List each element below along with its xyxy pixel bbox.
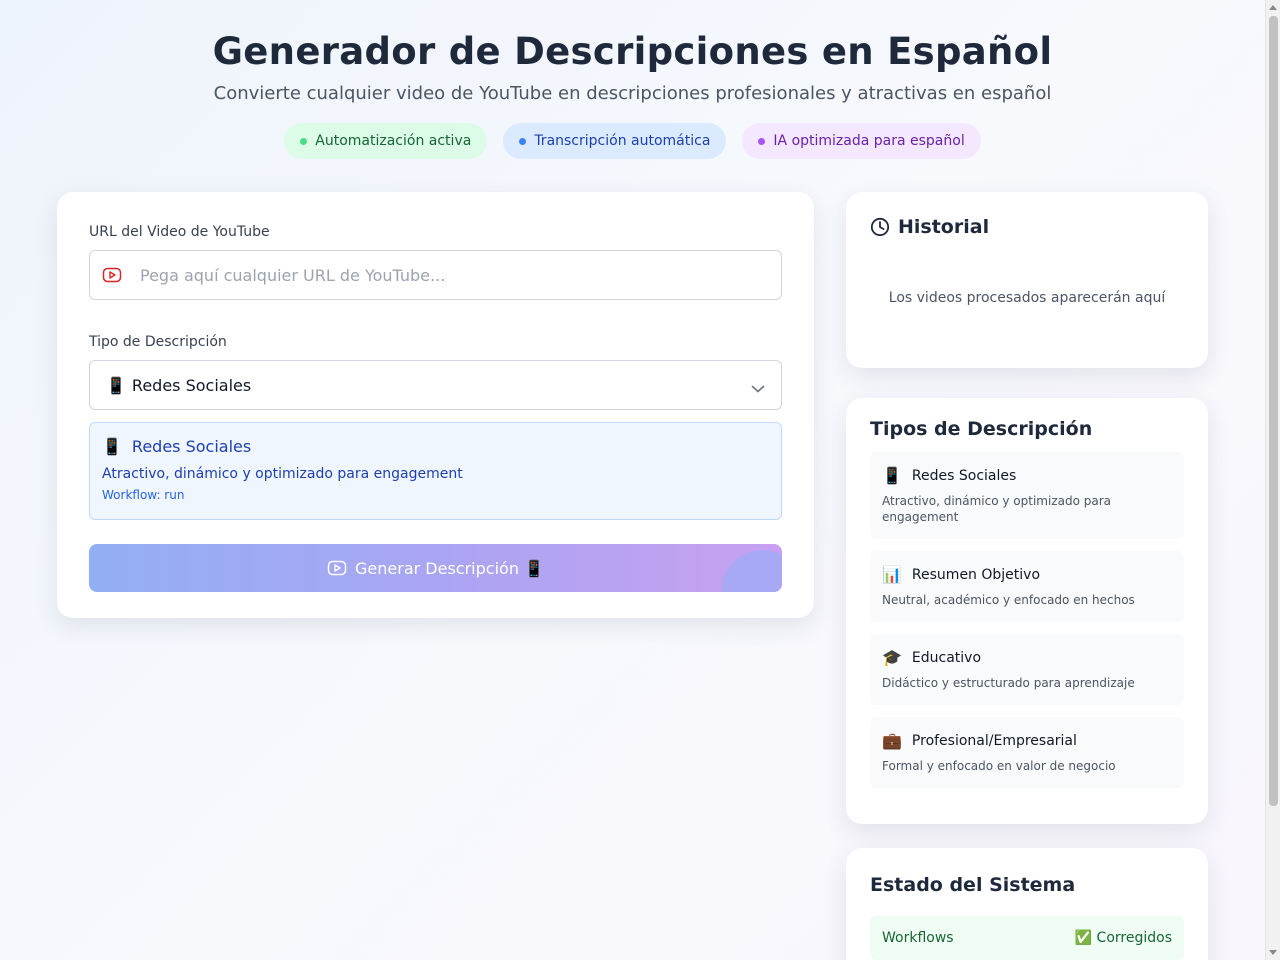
- type-item-professional: 💼 Profesional/Empresarial Formal y enfoc…: [870, 717, 1184, 788]
- description-types-card: Tipos de Descripción 📱 Redes Sociales At…: [846, 398, 1208, 824]
- clock-icon: [870, 217, 890, 237]
- generator-form-card: URL del Video de YouTube Tipo de Descrip…: [57, 192, 814, 618]
- generate-button-label: Generar Descripción 📱: [355, 558, 544, 578]
- type-item-title: 🎓 Educativo: [882, 648, 1172, 667]
- button-decoration: [722, 550, 782, 592]
- page-scrollbar[interactable]: [1265, 0, 1280, 960]
- history-title: Historial: [870, 216, 1184, 238]
- info-title: 📱 Redes Sociales: [102, 437, 769, 456]
- type-item-title: 📊 Resumen Objetivo: [882, 565, 1172, 584]
- url-label: URL del Video de YouTube: [89, 224, 270, 240]
- status-dot-icon: [758, 137, 766, 145]
- system-status-card: Estado del Sistema Workflows ✅ Corregido…: [846, 848, 1208, 960]
- type-item-description: Formal y enfocado en valor de negocio: [882, 759, 1116, 773]
- info-description: Atractivo, dinámico y optimizado para en…: [102, 466, 463, 482]
- briefcase-icon: 💼: [882, 731, 902, 750]
- history-card: Historial Los videos procesados aparecer…: [846, 192, 1208, 368]
- badge-ai: IA optimizada para español: [742, 123, 981, 159]
- history-empty-text: Los videos procesados aparecerán aquí: [888, 290, 1166, 306]
- page-title: Generador de Descripciones en Español: [212, 30, 1053, 73]
- scrollbar-thumb[interactable]: [1269, 16, 1278, 806]
- type-item-name: Educativo: [911, 649, 982, 666]
- status-dot-icon: [519, 137, 527, 145]
- graduation-cap-icon: 🎓: [882, 648, 902, 667]
- page-subtitle: Convierte cualquier video de YouTube en …: [213, 83, 1052, 104]
- type-item-name: Redes Sociales: [911, 467, 1017, 484]
- badge-automation: Automatización activa: [284, 123, 488, 159]
- type-item-description: Atractivo, dinámico y optimizado para en…: [882, 494, 1112, 524]
- description-type-select[interactable]: 📱 Redes Sociales: [89, 360, 782, 410]
- badge-label: Automatización activa: [315, 133, 472, 149]
- feature-badges: Automatización activa Transcripción auto…: [0, 123, 1265, 159]
- type-item-title: 📱 Redes Sociales: [882, 466, 1172, 485]
- badge-label: Transcripción automática: [534, 133, 711, 149]
- chevron-down-icon: [751, 379, 765, 398]
- type-item-title: 💼 Profesional/Empresarial: [882, 731, 1172, 750]
- bar-chart-icon: 📊: [882, 565, 902, 584]
- type-item-description: Didáctico y estructurado para aprendizaj…: [882, 676, 1135, 690]
- mobile-phone-icon: 📱: [102, 437, 122, 456]
- type-label: Tipo de Descripción: [89, 334, 227, 350]
- status-row-value: ✅ Corregidos: [1074, 930, 1172, 946]
- type-item-educational: 🎓 Educativo Didáctico y estructurado par…: [870, 634, 1184, 705]
- type-item-name: Resumen Objetivo: [911, 566, 1041, 583]
- history-title-label: Historial: [898, 216, 990, 238]
- badge-label: IA optimizada para español: [773, 133, 965, 149]
- url-input-wrapper[interactable]: [89, 250, 782, 300]
- status-title: Estado del Sistema: [870, 874, 1076, 896]
- type-item-summary: 📊 Resumen Objetivo Neutral, académico y …: [870, 551, 1184, 622]
- type-item-description: Neutral, académico y enfocado en hechos: [882, 593, 1135, 607]
- mobile-phone-icon: 📱: [882, 466, 902, 485]
- youtube-icon: [327, 560, 347, 576]
- mobile-phone-icon: 📱: [106, 375, 126, 395]
- type-item-social: 📱 Redes Sociales Atractivo, dinámico y o…: [870, 452, 1184, 539]
- status-row-label: Workflows: [882, 930, 954, 946]
- generate-description-button[interactable]: Generar Descripción 📱: [89, 544, 782, 592]
- info-title-label: Redes Sociales: [131, 437, 252, 456]
- youtube-icon: [102, 267, 122, 283]
- badge-transcription: Transcripción automática: [503, 123, 727, 159]
- page-header: Generador de Descripciones en Español Co…: [0, 0, 1265, 159]
- scroll-down-arrow[interactable]: [1269, 950, 1277, 955]
- scroll-up-arrow[interactable]: [1269, 5, 1277, 10]
- status-row-workflows: Workflows ✅ Corregidos: [870, 916, 1184, 960]
- youtube-url-input[interactable]: [140, 265, 760, 285]
- status-dot-icon: [300, 137, 308, 145]
- info-workflow: Workflow: run: [102, 488, 185, 502]
- selected-type-info: 📱 Redes Sociales Atractivo, dinámico y o…: [89, 422, 782, 520]
- selected-type-label: Redes Sociales: [131, 375, 252, 395]
- type-item-name: Profesional/Empresarial: [911, 732, 1077, 749]
- types-title: Tipos de Descripción: [870, 418, 1093, 440]
